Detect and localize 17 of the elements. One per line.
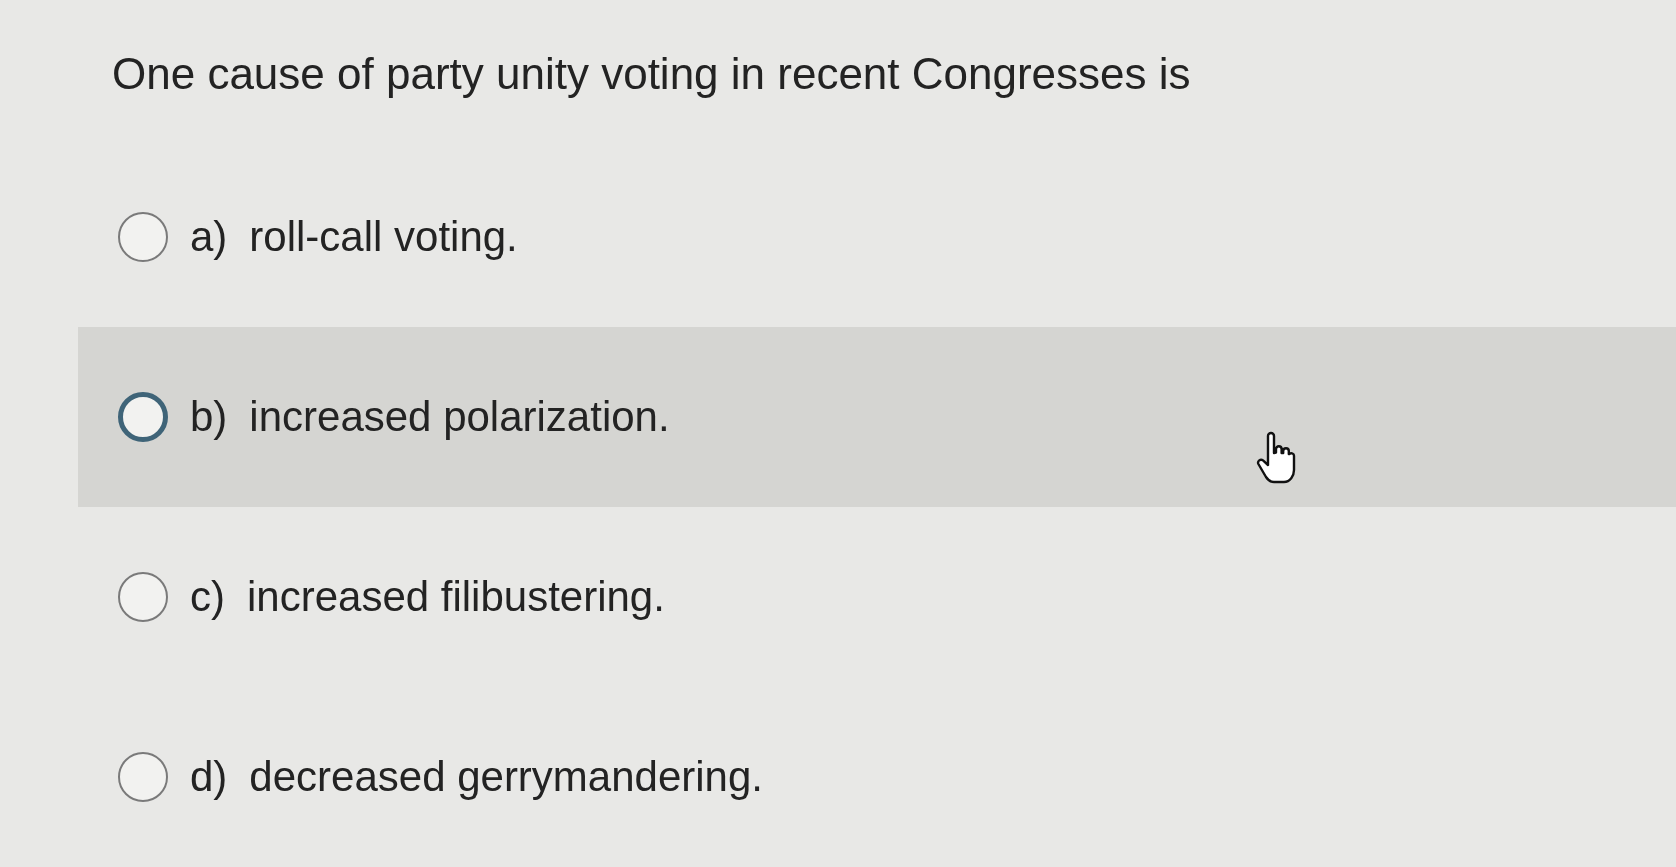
option-text: roll-call voting. [249, 212, 518, 262]
answer-option[interactable]: c) increased filibustering. [78, 507, 1676, 687]
answer-option[interactable]: d) decreased gerrymandering. [78, 687, 1676, 867]
radio-button[interactable] [118, 392, 168, 442]
radio-button[interactable] [118, 212, 168, 262]
option-letter: c) [190, 572, 225, 622]
question-text: One cause of party unity voting in recent Congresses is [112, 48, 1191, 100]
option-text: decreased gerrymandering. [249, 752, 763, 802]
option-letter: b) [190, 392, 228, 442]
option-letter: d) [190, 752, 228, 802]
radio-button[interactable] [118, 752, 168, 802]
radio-button[interactable] [118, 572, 168, 622]
option-letter: a) [190, 212, 228, 262]
option-text: increased filibustering. [247, 572, 665, 622]
option-text: increased polarization. [249, 392, 670, 442]
answer-option[interactable]: a) roll-call voting. [78, 147, 1676, 327]
answer-option[interactable]: b) increased polarization. [78, 327, 1676, 507]
